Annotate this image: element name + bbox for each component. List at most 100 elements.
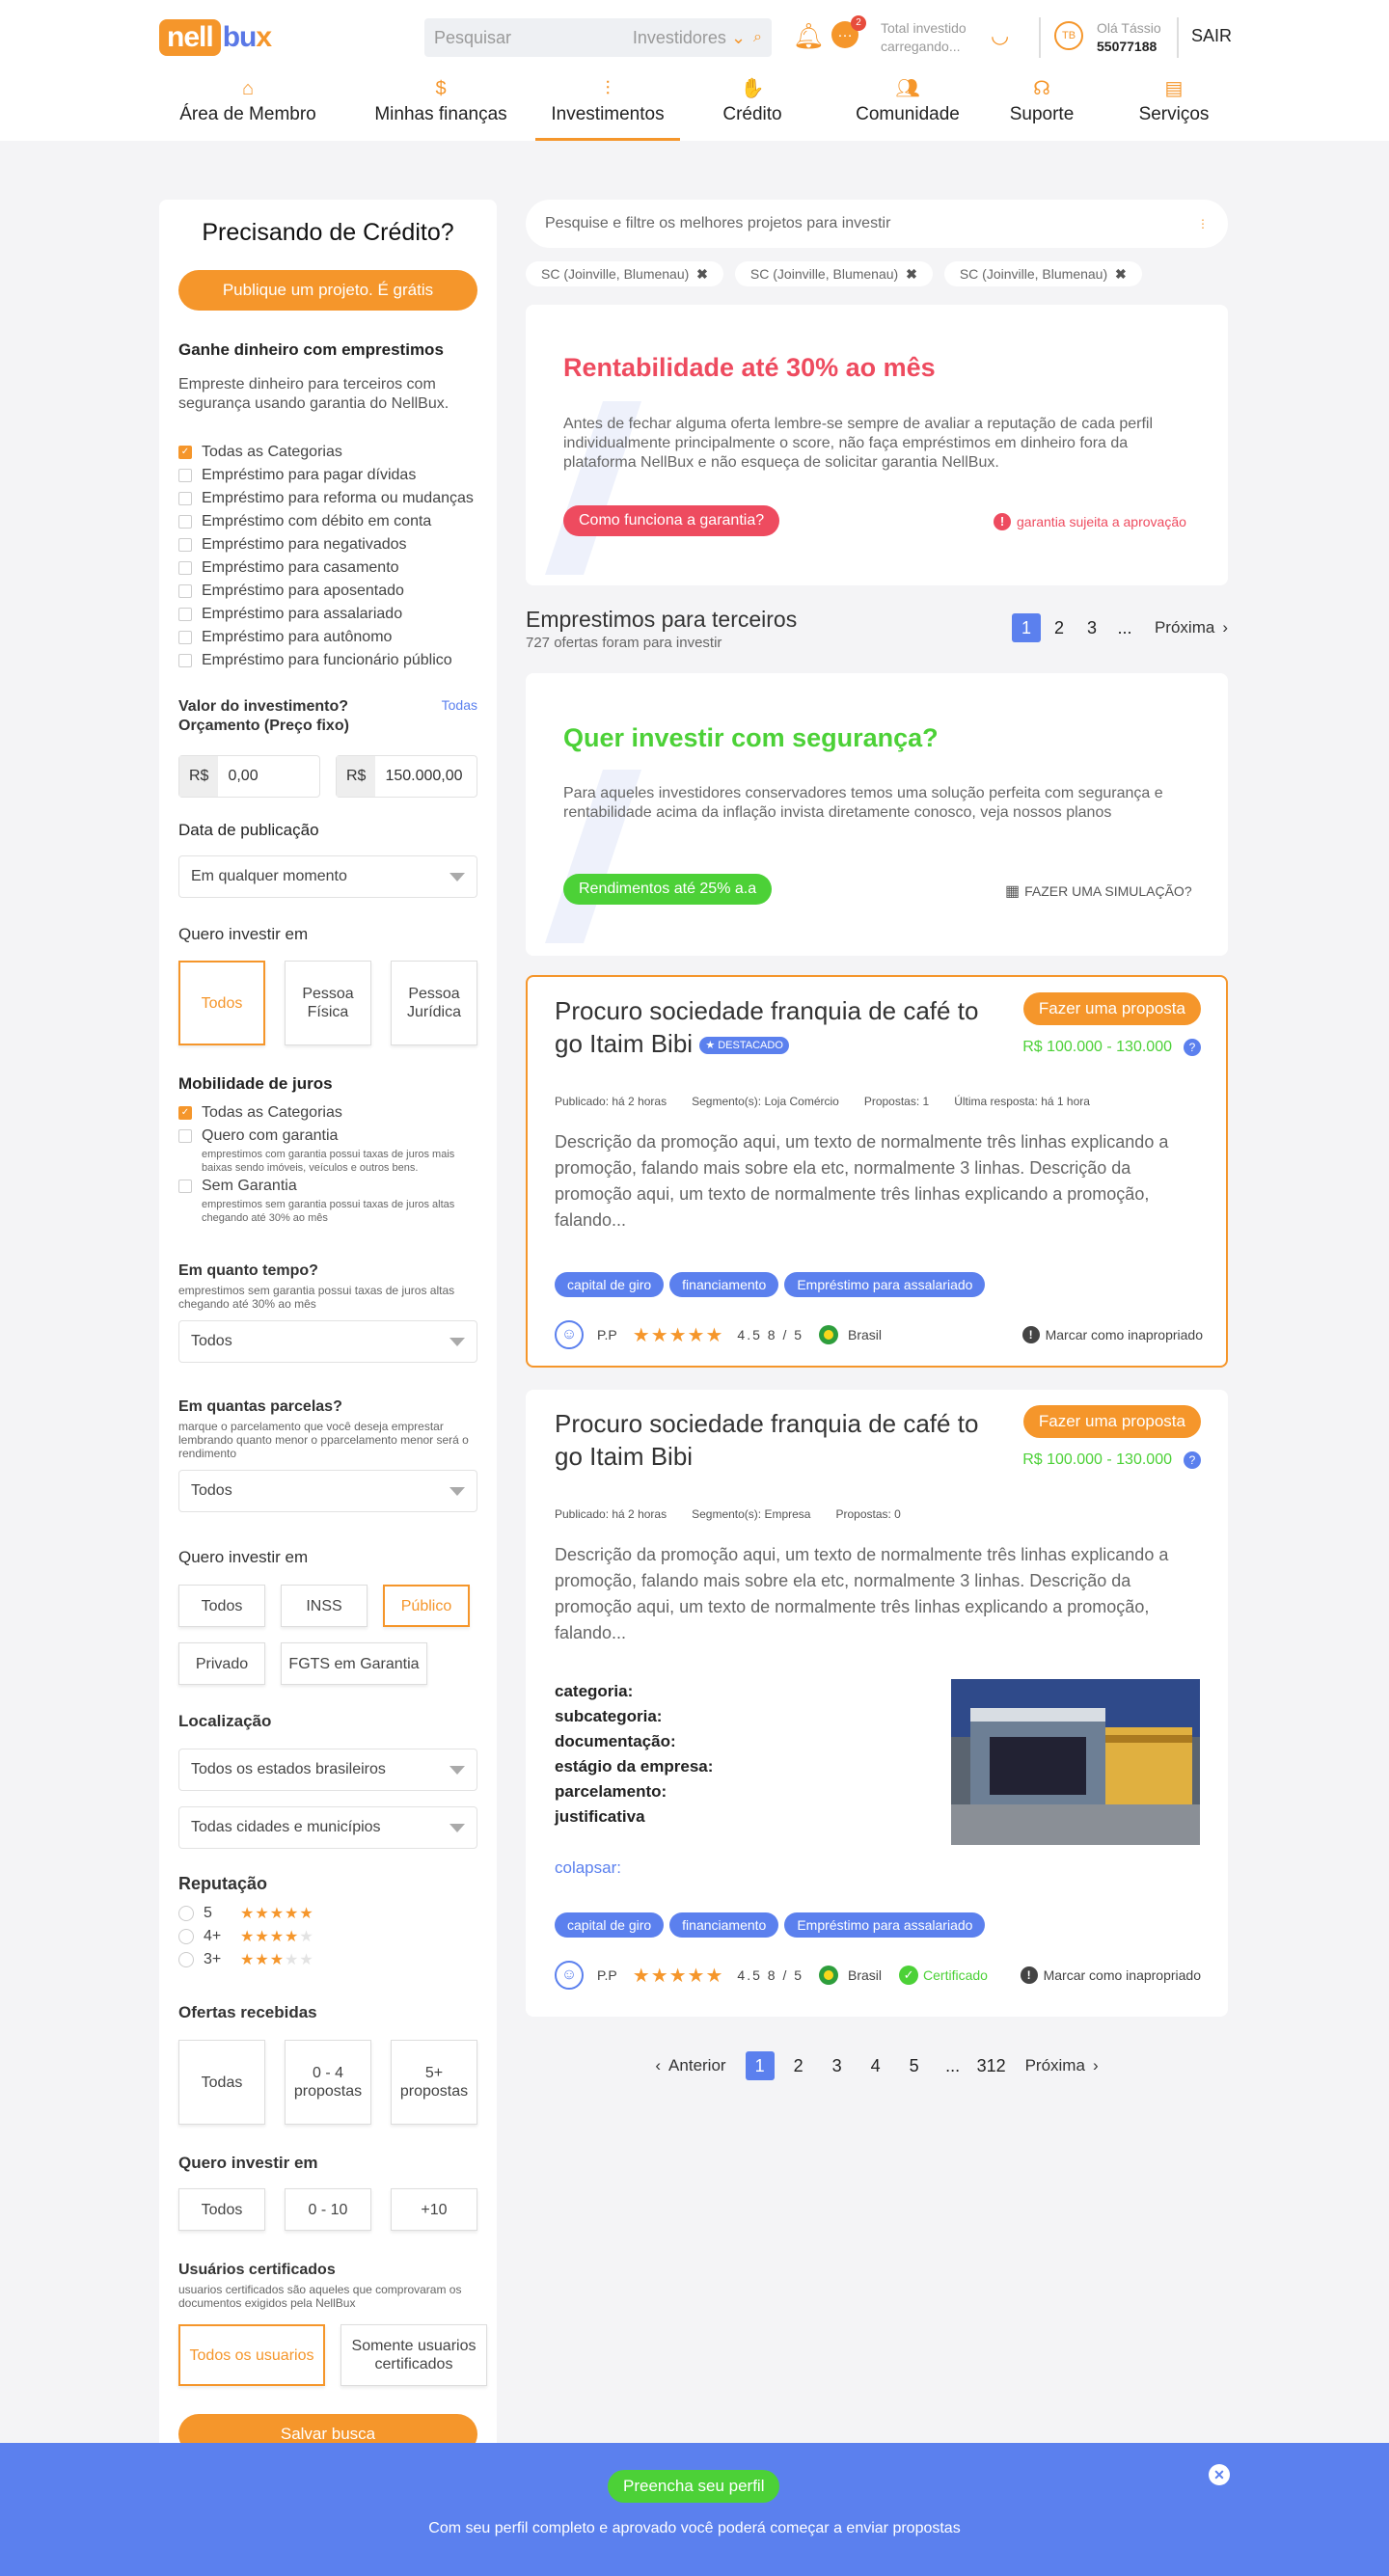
filter-chip[interactable]: SC (Joinville, Blumenau) ✖ [526,261,723,286]
filter-chip[interactable]: SC (Joinville, Blumenau) ✖ [943,261,1142,286]
option-pessoa-juridica[interactable]: Pessoa Jurídica [391,961,477,1045]
search-icon[interactable]: ⌕ [753,29,762,46]
user-info[interactable]: Olá Tássio 55077188 [1097,19,1161,56]
nav-item-5[interactable]: ☊ Suporte [996,75,1087,141]
search-category-select[interactable]: Investidores ⌄ [633,28,746,48]
collapse-link[interactable]: colapsar: [555,1858,621,1878]
category-checkbox-9[interactable]: Empréstimo para funcionário público [178,649,477,672]
page-0[interactable]: 1 [745,2051,775,2080]
offer-card[interactable]: Procuro sociedade franquia de café to go… [526,1390,1228,2017]
mobility-all-checkbox[interactable]: ✓ Todas as Categorias [178,1101,477,1125]
next-page-button[interactable]: Próxima › [1025,2056,1099,2075]
nav-item-6[interactable]: ▤ Serviços [1126,75,1222,141]
simulation-link[interactable]: ▦ FAZER UMA SIMULAÇÃO? [1005,881,1192,901]
installments-dropdown[interactable]: Todos [178,1470,477,1512]
header-search[interactable]: Pesquisar Investidores ⌄ ⌕ [424,18,772,57]
reputation-3-radio[interactable]: 3+ ★★★★★ [178,1948,477,1971]
complete-profile-button[interactable]: Preencha seu perfil [608,2470,780,2503]
category-checkbox-0[interactable]: ✓ Todas as Categorias [178,441,477,464]
tag[interactable]: capital de giro [555,1272,665,1297]
mobility-without-checkbox[interactable]: Sem Garantia [178,1175,477,1198]
option-fgts[interactable]: FGTS em Garantia [281,1642,427,1685]
projects-search[interactable]: Pesquise e filtre os melhores projetos p… [526,200,1228,248]
mobility-with-checkbox[interactable]: Quero com garantia [178,1125,477,1148]
option-todos[interactable]: Todos [178,961,265,1045]
option-privado[interactable]: Privado [178,1642,265,1685]
category-checkbox-3[interactable]: Empréstimo com débito em conta [178,510,477,533]
option-todos-2[interactable]: Todos [178,1585,265,1627]
nav-item-3[interactable]: ✋ Crédito [711,75,794,141]
tag[interactable]: capital de giro [555,1912,665,1938]
reputation-4-radio[interactable]: 4+ ★★★★★ [178,1925,477,1948]
option-publico[interactable]: Público [383,1585,470,1627]
state-dropdown[interactable]: Todos os estados brasileiros [178,1749,477,1791]
guarantee-button[interactable]: Como funciona a garantia? [563,505,780,536]
filter-icon[interactable]: ⋮ [1197,217,1209,230]
page-5[interactable]: ... [939,2051,967,2080]
offer2-user[interactable]: P.P [597,1967,617,1983]
page-3[interactable]: ... [1110,613,1139,642]
nav-item-2[interactable]: ⫶ Investimentos [535,75,680,141]
tag[interactable]: financiamento [669,1912,779,1938]
city-dropdown[interactable]: Todas cidades e municípios [178,1806,477,1849]
prev-page-button[interactable]: ‹ Anterior [655,2056,725,2075]
date-dropdown[interactable]: Em qualquer momento [178,855,477,898]
category-checkbox-4[interactable]: Empréstimo para negativados [178,533,477,556]
time-dropdown[interactable]: Todos [178,1320,477,1363]
projects-search-input[interactable]: Pesquise e filtre os melhores projetos p… [545,215,890,232]
tag[interactable]: financiamento [669,1272,779,1297]
bell-icon[interactable]: 🔔︎ [793,21,825,51]
offer-card-featured[interactable]: Procuro sociedade franquia de café to go… [526,975,1228,1368]
page-1[interactable]: 2 [784,2051,813,2080]
hide-value-icon[interactable]: ◡ [991,23,1009,48]
category-checkbox-8[interactable]: Empréstimo para autônomo [178,626,477,649]
nellbux-logo[interactable]: nell bux [159,19,272,56]
page-4[interactable]: 5 [900,2051,929,2080]
option-pessoa-fisica[interactable]: Pessoa Física [285,961,371,1045]
offers-0-4[interactable]: 0 - 4 propostas [285,2040,371,2125]
remove-icon[interactable]: ✖ [902,266,917,282]
nav-item-1[interactable]: $ Minhas finanças [359,75,523,141]
value-all-link[interactable]: Todas [442,697,477,713]
help-icon[interactable]: ? [1184,1039,1201,1056]
offer1-user[interactable]: P.P [597,1327,617,1342]
certified-all[interactable]: Todos os usuarios [178,2324,325,2386]
page-2[interactable]: 3 [1077,613,1106,642]
category-checkbox-1[interactable]: Empréstimo para pagar dívidas [178,464,477,487]
option-todos-3[interactable]: Todos [178,2188,265,2231]
report-link[interactable]: ! Marcar como inapropriado [1020,1966,1201,1984]
reputation-5-radio[interactable]: 5 ★★★★★ [178,1902,477,1925]
option-10-plus[interactable]: +10 [391,2188,477,2231]
nav-item-4[interactable]: 👥︎ Comunidade [845,75,970,141]
page-0[interactable]: 1 [1011,613,1041,642]
page-3[interactable]: 4 [861,2051,890,2080]
option-inss[interactable]: INSS [281,1585,368,1627]
option-0-10[interactable]: 0 - 10 [285,2188,371,2231]
page-2[interactable]: 3 [823,2051,852,2080]
report-link[interactable]: ! Marcar como inapropriado [1021,1326,1203,1343]
help-icon[interactable]: ? [1184,1451,1201,1469]
category-checkbox-2[interactable]: Empréstimo para reforma ou mudanças [178,487,477,510]
remove-icon[interactable]: ✖ [693,266,708,282]
avatar[interactable]: TB [1054,21,1083,50]
publish-project-button[interactable]: Publique um projeto. É grátis [178,270,477,311]
category-checkbox-6[interactable]: Empréstimo para aposentado [178,580,477,603]
certified-only[interactable]: Somente usuarios certificados [340,2324,487,2386]
tag[interactable]: Empréstimo para assalariado [784,1912,986,1938]
header-search-input[interactable]: Pesquisar [434,28,633,48]
offers-5-plus[interactable]: 5+ propostas [391,2040,477,2125]
offers-all[interactable]: Todas [178,2040,265,2125]
close-icon[interactable]: ✕ [1209,2464,1230,2485]
nav-item-0[interactable]: ⌂ Área de Membro [166,75,330,141]
tag[interactable]: Empréstimo para assalariado [784,1272,986,1297]
category-checkbox-7[interactable]: Empréstimo para assalariado [178,603,477,626]
make-proposal-button[interactable]: Fazer uma proposta [1022,1405,1201,1438]
chat-icon[interactable]: … 2 [831,15,866,48]
max-value-field[interactable]: R$ 150.000,00 [336,755,477,798]
remove-icon[interactable]: ✖ [1111,266,1127,282]
next-page-button[interactable]: Próxima › [1155,618,1228,637]
page-6[interactable]: 312 [977,2051,1006,2080]
logout-button[interactable]: SAIR [1191,26,1232,46]
category-checkbox-5[interactable]: Empréstimo para casamento [178,556,477,580]
filter-chip[interactable]: SC (Joinville, Blumenau) ✖ [734,261,933,286]
